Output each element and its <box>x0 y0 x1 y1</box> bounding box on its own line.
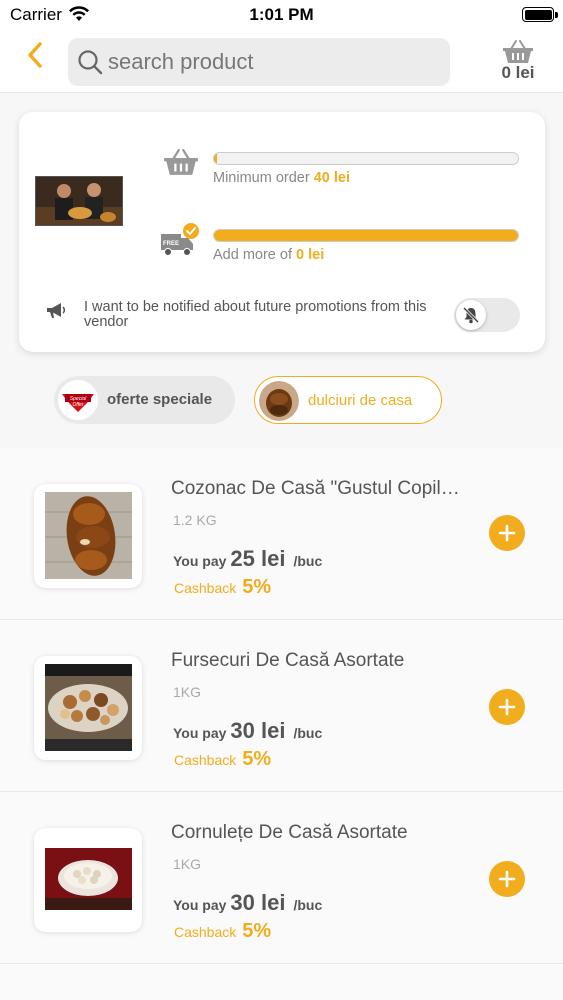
product-image <box>34 656 142 760</box>
back-chevron-icon[interactable] <box>24 40 48 70</box>
cashback-label: Cashback <box>174 580 237 596</box>
clock: 1:01 PM <box>249 5 314 24</box>
product-price: 25 lei <box>230 546 286 571</box>
top-bar: 0 lei <box>0 32 563 93</box>
svg-text:Offer: Offer <box>72 402 83 408</box>
notify-promotions-text: I want to be notified about future promo… <box>84 299 427 330</box>
product-price-line: You pay 30 lei/buc <box>173 890 322 916</box>
search-input[interactable] <box>108 44 438 80</box>
product-price: 30 lei <box>230 890 286 915</box>
add-more-value: 0 lei <box>296 247 325 263</box>
category-chip-oferte-speciale[interactable]: Special Offer oferte speciale <box>54 376 235 424</box>
product-quantity: 1.2 KG <box>173 512 217 528</box>
product-price-line: You pay 25 lei/buc <box>173 546 322 572</box>
cashback-line: Cashback 5% <box>174 576 271 599</box>
min-order-label: Minimum order <box>213 170 310 186</box>
add-to-cart-button[interactable] <box>489 861 525 897</box>
cashback-value: 5% <box>242 576 272 598</box>
cashback-line: Cashback 5% <box>174 748 271 771</box>
product-price: 30 lei <box>230 718 286 743</box>
cashback-value: 5% <box>242 748 272 770</box>
cart-button[interactable]: 0 lei <box>494 40 542 88</box>
delivery-truck-icon: FREE <box>161 223 199 256</box>
plus-icon <box>498 524 516 542</box>
vendor-card: Minimum order 40 lei FREE Add more of 0 … <box>19 112 545 352</box>
special-offer-badge-icon: Special Offer <box>58 380 98 420</box>
cashback-value: 5% <box>242 920 272 942</box>
cashback-label: Cashback <box>174 752 237 768</box>
add-more-text: Add more of 0 lei <box>213 247 324 263</box>
basket-icon <box>164 149 198 175</box>
min-order-text: Minimum order 40 lei <box>213 170 350 186</box>
product-unit: /buc <box>293 725 323 741</box>
product-row[interactable]: Cornulețe De Casă Asortate 1KG You pay 30… <box>0 792 563 964</box>
product-row[interactable]: Fursecuri De Casă Asortate 1KG You pay 30… <box>0 620 563 792</box>
svg-text:FREE: FREE <box>163 241 179 247</box>
status-bar: Carrier 1:01 PM <box>0 0 563 32</box>
cashback-label: Cashback <box>174 924 237 940</box>
category-label: oferte speciale <box>107 391 213 408</box>
category-label: dulciuri de casa <box>308 392 413 409</box>
you-pay-label: You pay <box>173 897 227 913</box>
product-unit: /buc <box>293 553 323 569</box>
notify-toggle[interactable] <box>454 298 520 332</box>
product-name: Cornulețe De Casă Asortate <box>171 822 408 843</box>
vendor-photo <box>35 176 123 226</box>
product-quantity: 1KG <box>173 856 202 872</box>
plus-icon <box>498 870 516 888</box>
category-thumbnail <box>259 381 299 421</box>
search-bar[interactable] <box>68 38 450 86</box>
product-price-line: You pay 30 lei/buc <box>173 718 322 744</box>
product-quantity: 1KG <box>173 684 202 700</box>
bell-off-icon <box>462 306 480 324</box>
plus-icon <box>498 698 516 716</box>
you-pay-label: You pay <box>173 553 227 569</box>
cashback-line: Cashback 5% <box>174 920 271 943</box>
add-more-label: Add more of <box>213 247 292 263</box>
product-image <box>34 828 142 932</box>
min-order-progress-fill <box>214 153 218 164</box>
you-pay-label: You pay <box>173 725 227 741</box>
add-to-cart-button[interactable] <box>489 689 525 725</box>
cart-total: 0 lei <box>501 63 535 82</box>
megaphone-icon <box>47 303 66 318</box>
search-icon <box>78 50 103 75</box>
delivery-progress-bar <box>213 229 519 242</box>
add-to-cart-button[interactable] <box>489 515 525 551</box>
basket-icon <box>503 40 533 63</box>
min-order-progress-bar <box>213 152 519 165</box>
category-chip-dulciuri-de-casa[interactable]: dulciuri de casa <box>254 376 442 424</box>
battery-icon <box>522 7 558 22</box>
toggle-knob <box>456 300 486 330</box>
min-order-value: 40 lei <box>313 170 350 186</box>
product-row[interactable]: Cozonac De Casă "Gustul Copilăriei" 1.2 … <box>0 448 563 620</box>
product-image <box>34 484 142 588</box>
product-unit: /buc <box>293 897 323 913</box>
product-name: Cozonac De Casă "Gustul Copilăriei" <box>171 478 461 499</box>
delivery-progress-fill <box>214 230 518 241</box>
product-name: Fursecuri De Casă Asortate <box>171 650 405 671</box>
